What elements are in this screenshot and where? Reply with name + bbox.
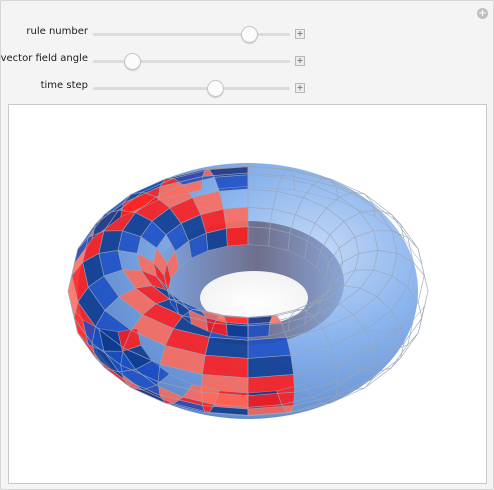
plus-square-icon[interactable]: + [295, 56, 305, 66]
torus-graphics-view[interactable] [8, 104, 487, 484]
rule-number-label: rule number [26, 26, 88, 37]
torus-cell [226, 226, 248, 247]
time-step-slider[interactable] [93, 87, 290, 90]
torus-cell [248, 337, 291, 359]
demonstration-panel: + rule number + vector field angle + tim… [0, 0, 494, 490]
torus-cell [202, 355, 248, 378]
plus-circle-icon[interactable]: + [477, 8, 488, 19]
plus-square-icon[interactable]: + [295, 29, 305, 39]
rule-number-slider-thumb[interactable] [240, 26, 258, 43]
vector-field-angle-slider-thumb[interactable] [124, 53, 142, 70]
vector-field-angle-slider[interactable] [93, 60, 290, 63]
control-row-rule-number: rule number + [1, 24, 494, 44]
torus-cell [205, 337, 248, 359]
torus-cell [223, 207, 248, 229]
torus-cell [248, 355, 294, 378]
rule-number-slider[interactable] [93, 33, 290, 36]
time-step-slider-thumb[interactable] [207, 80, 225, 97]
torus-3d-graphic[interactable] [9, 105, 486, 483]
control-row-vector-field-angle: vector field angle + [1, 51, 494, 71]
control-row-time-step: time step + [1, 78, 494, 98]
plus-square-icon[interactable]: + [295, 83, 305, 93]
time-step-label: time step [40, 80, 88, 91]
vector-field-angle-label: vector field angle [0, 53, 88, 64]
